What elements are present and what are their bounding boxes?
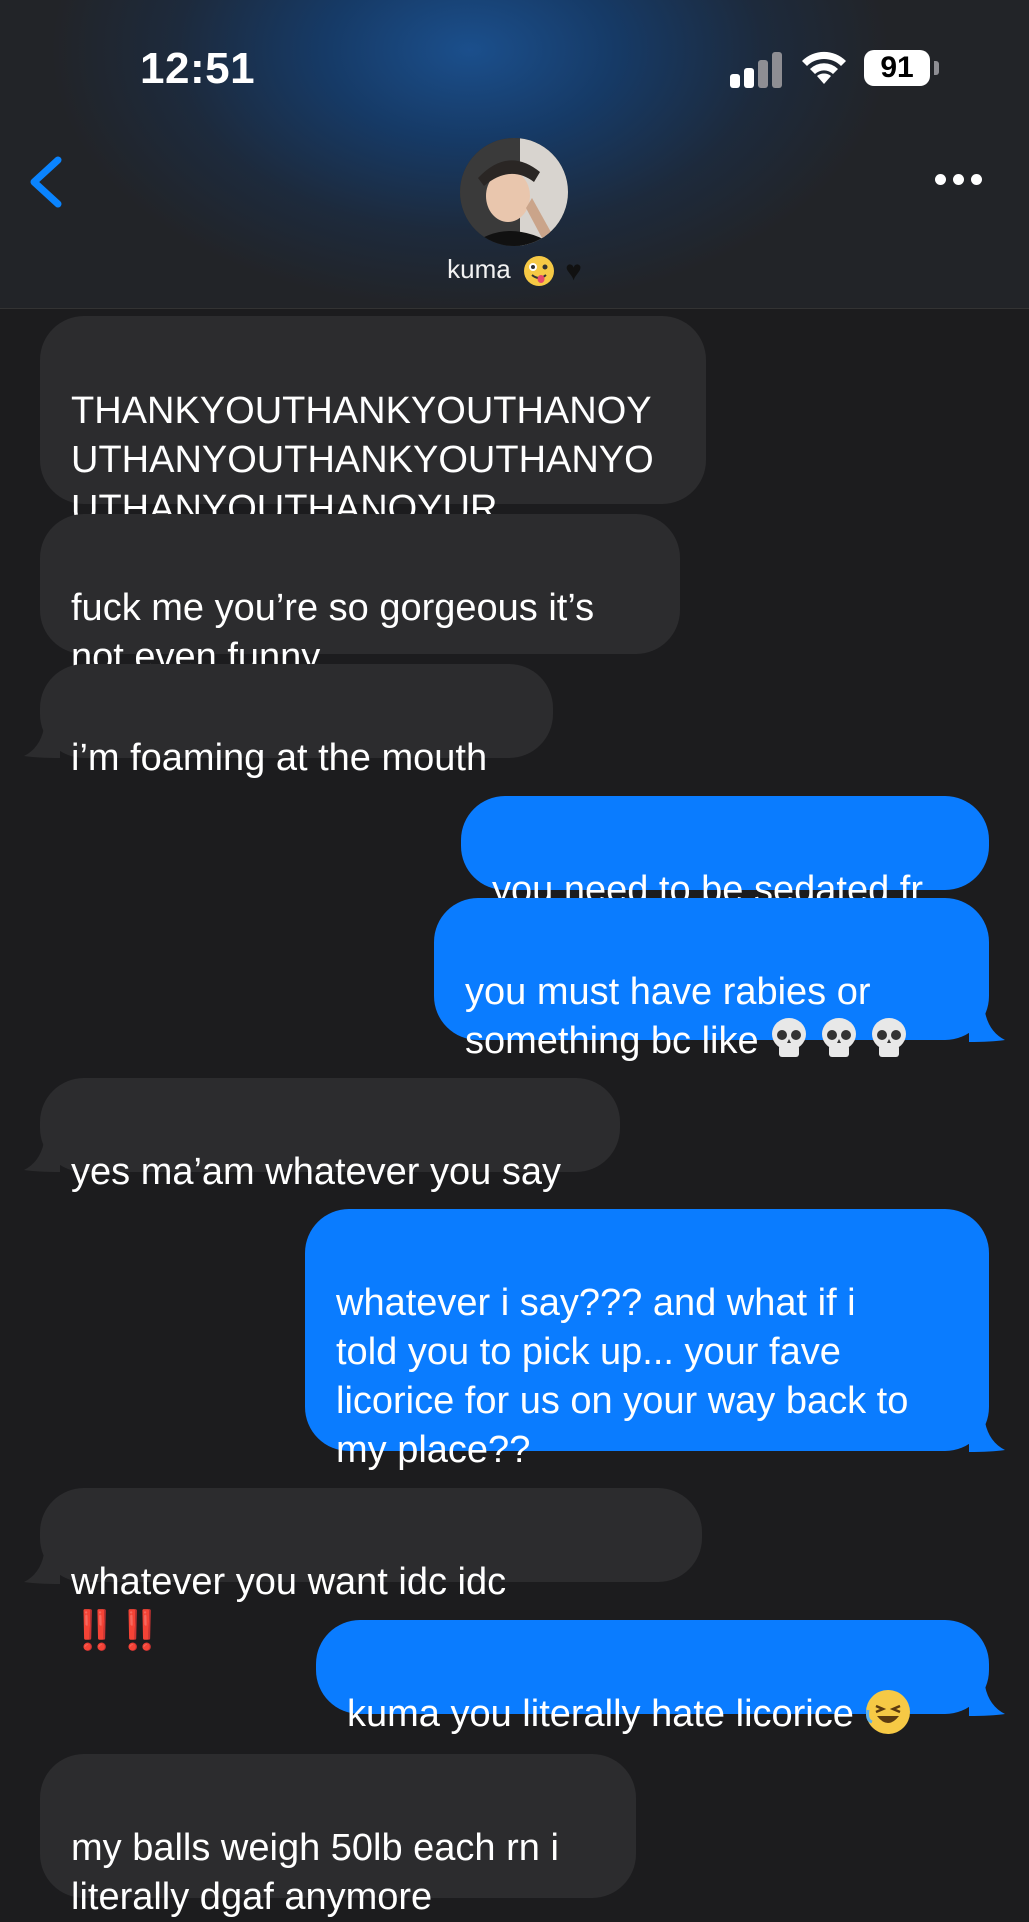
contact-name-label: kuma [447, 254, 511, 284]
message-bubble-incoming[interactable]: whatever you want idc idc ‼️‼️ [40, 1488, 702, 1652]
skull-emoji-icon [871, 1018, 906, 1057]
message-bubble-incoming[interactable]: THANKYOUTHANKYOUTHANOY UTHANYOUTHANKYOUT… [40, 316, 706, 530]
message-bubble-outgoing[interactable]: you need to be sedated fr [461, 796, 989, 911]
battery-icon: 91 [864, 50, 930, 86]
message-bubble-incoming[interactable]: my balls weigh 50lb each rn i literally … [40, 1754, 636, 1918]
battery-tip [934, 61, 939, 75]
more-icon[interactable] [935, 172, 985, 188]
message-bubble-outgoing[interactable]: you must have rabies or something bc lik… [434, 898, 989, 1062]
message-text: kuma you literally hate licorice [347, 1693, 854, 1735]
skull-emoji-icon [821, 1018, 856, 1057]
double-exclamation-emoji: ‼️‼️ [71, 1610, 164, 1652]
bubble-tail [24, 728, 60, 758]
bubble-tail [969, 1012, 1005, 1042]
message-text: whatever i say??? and what if i told you… [336, 1282, 909, 1471]
message-text: you must have rabies or something bc lik… [465, 971, 871, 1062]
message-bubble-outgoing[interactable]: whatever i say??? and what if i told you… [305, 1209, 989, 1471]
message-bubble-incoming[interactable]: i’m foaming at the mouth [40, 664, 553, 779]
bubble-tail [24, 1554, 60, 1584]
wifi-icon [802, 51, 846, 84]
message-text: THANKYOUTHANKYOUTHANOY UTHANYOUTHANKYOUT… [71, 390, 654, 530]
bubble-tail [969, 1422, 1005, 1452]
message-text: yes ma’am whatever you say [71, 1151, 561, 1193]
conversation-header: 12:51 91 kuma ♥ [0, 0, 1029, 309]
laughing-emoji-icon [865, 1690, 910, 1734]
skull-emoji-icon [771, 1018, 806, 1057]
bubble-tail [969, 1686, 1005, 1716]
black-heart-emoji-icon: ♥ [565, 255, 582, 287]
bubble-tail [24, 1142, 60, 1172]
message-text: my balls weigh 50lb each rn i literally … [71, 1827, 559, 1918]
back-chevron-icon[interactable] [26, 154, 66, 210]
message-bubble-incoming[interactable]: yes ma’am whatever you say [40, 1078, 620, 1193]
zany-face-emoji-icon [523, 256, 554, 287]
avatar-image [460, 138, 568, 246]
message-text: i’m foaming at the mouth [71, 737, 488, 779]
message-bubble-outgoing[interactable]: kuma you literally hate licorice [316, 1620, 989, 1735]
avatar[interactable] [460, 138, 568, 246]
contact-name[interactable]: kuma ♥ [0, 254, 1029, 287]
status-time: 12:51 [140, 44, 256, 93]
message-text: whatever you want idc idc [71, 1561, 507, 1603]
signal-icon [730, 50, 784, 88]
message-bubble-incoming[interactable]: fuck me you’re so gorgeous it’s not even… [40, 514, 680, 678]
